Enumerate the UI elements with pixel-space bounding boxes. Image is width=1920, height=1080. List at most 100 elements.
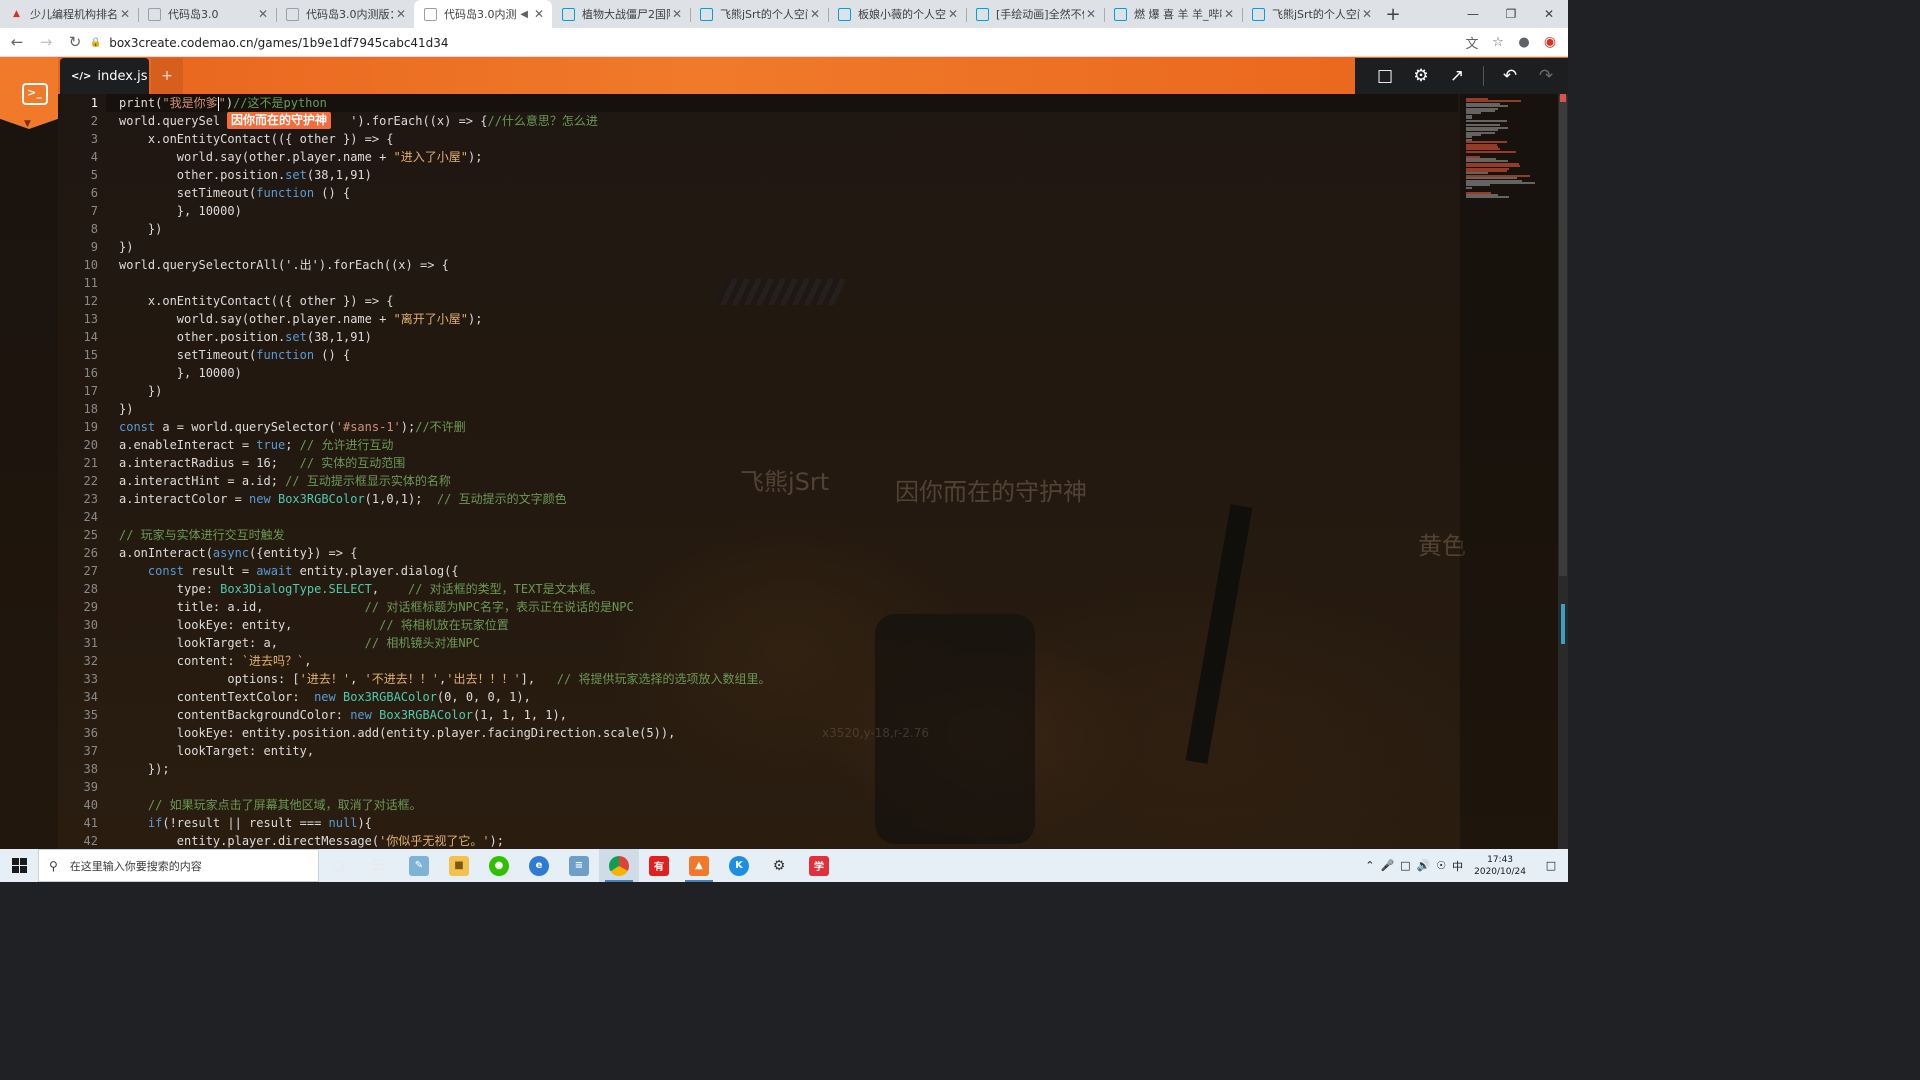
notification-icon[interactable]: □	[1537, 859, 1565, 872]
kugou-icon[interactable]: K	[719, 849, 759, 882]
code-line[interactable]: 12 x.onEntityContact(({ other }) => {	[58, 292, 1458, 310]
browser-tab[interactable]: [手绘动画]全然不信 ✕	[966, 0, 1104, 28]
code-text[interactable]: other.position.set(38,1,91)	[98, 166, 372, 184]
code-line[interactable]: 23 a.interactColor = new Box3RGBColor(1,0…	[58, 490, 1458, 508]
app-logo[interactable]: >_ ▼	[0, 57, 58, 129]
undo-icon[interactable]: ↶	[1492, 58, 1528, 94]
code-line[interactable]: 24	[58, 508, 1458, 526]
forward-icon[interactable]: →	[34, 30, 58, 54]
code-text[interactable]: lookTarget: entity,	[98, 742, 314, 760]
code-text[interactable]: const a = world.querySelector('#sans-1')…	[98, 418, 466, 436]
code-line[interactable]: 21 a.interactRadius = 16; // 实体的互动范围	[58, 454, 1458, 472]
restore-icon[interactable]: ❐	[1492, 0, 1530, 28]
code-line[interactable]: 30 lookEye: entity, // 将相机放在玩家位置	[58, 616, 1458, 634]
code-line[interactable]: 26 a.onInteract(async({entity}) => {	[58, 544, 1458, 562]
code-text[interactable]	[98, 778, 119, 796]
code-line[interactable]: 14 other.position.set(38,1,91)	[58, 328, 1458, 346]
code-text[interactable]: a.enableInteract = true; // 允许进行互动	[98, 436, 393, 454]
close-tab-icon[interactable]: ✕	[1222, 7, 1236, 21]
lock-icon[interactable]: 🔒	[90, 38, 101, 48]
code-text[interactable]: x.onEntityContact(({ other }) => {	[98, 292, 394, 310]
code-line[interactable]: 7 }, 10000)	[58, 202, 1458, 220]
close-tab-icon[interactable]: ✕	[808, 7, 822, 21]
chevron-up-icon[interactable]: ⌃	[1365, 859, 1374, 872]
code-text[interactable]: // 如果玩家点击了屏幕其他区域，取消了对话框。	[98, 796, 422, 814]
code-line[interactable]: 32 content: `进去吗？`,	[58, 652, 1458, 670]
settings-gear-icon[interactable]: ⚙	[759, 849, 799, 882]
autocomplete-tooltip[interactable]: 因你而在的守护神	[227, 112, 332, 129]
browser-tab[interactable]: 板娘小薇的个人空间✕	[828, 0, 966, 28]
speaker-icon[interactable]: ◀	[520, 9, 528, 20]
chevron-down-icon[interactable]: ▼	[24, 119, 31, 129]
cortana-icon[interactable]: ○	[319, 849, 359, 882]
browser-tab[interactable]: 飞熊jSrt的个人空间 ✕	[690, 0, 828, 28]
network-icon[interactable]: □	[1400, 859, 1410, 872]
code-line[interactable]: 20 a.enableInteract = true; // 允许进行互动	[58, 436, 1458, 454]
translate-icon[interactable]: 文	[1464, 31, 1480, 53]
code-line[interactable]: 42 entity.player.directMessage('你似乎无视了它。…	[58, 832, 1458, 849]
extension-icon[interactable]: ◉	[1542, 31, 1558, 53]
close-tab-icon[interactable]: ✕	[1084, 7, 1098, 21]
code-text[interactable]: setTimeout(function () {	[98, 346, 350, 364]
close-window-icon[interactable]: ✕	[1530, 0, 1568, 28]
code-line[interactable]: 3 x.onEntityContact(({ other }) => {	[58, 130, 1458, 148]
code-line[interactable]: 25 // 玩家与实体进行交互时触发	[58, 526, 1458, 544]
code-text[interactable]: }, 10000)	[98, 364, 242, 382]
code-text[interactable]: setTimeout(function () {	[98, 184, 350, 202]
code-text[interactable]: lookEye: entity.position.add(entity.play…	[98, 724, 676, 742]
code-line[interactable]: 9})	[58, 238, 1458, 256]
code-line[interactable]: 11	[58, 274, 1458, 292]
code-text[interactable]: type: Box3DialogType.SELECT, // 对话框的类型，T…	[98, 580, 603, 598]
code-text[interactable]	[98, 508, 119, 526]
browser-tab[interactable]: 代码岛3.0内测版： ✕	[276, 0, 414, 28]
file-explorer-icon[interactable]: ■	[439, 849, 479, 882]
add-file-button[interactable]: +	[151, 58, 183, 94]
code-line[interactable]: 36 lookEye: entity.position.add(entity.p…	[58, 724, 1458, 742]
code-line[interactable]: 18})	[58, 400, 1458, 418]
code-text[interactable]: contentTextColor: new Box3RGBAColor(0, 0…	[98, 688, 531, 706]
code-line[interactable]: 27 const result = await entity.player.di…	[58, 562, 1458, 580]
code-line[interactable]: 6 setTimeout(function () {	[58, 184, 1458, 202]
code-text[interactable]: });	[98, 760, 170, 778]
code-text[interactable]: world.say(other.player.name + "进入了小屋");	[98, 148, 483, 166]
code-text[interactable]: world.say(other.player.name + "离开了小屋");	[98, 310, 483, 328]
code-line[interactable]: 4 world.say(other.player.name + "进入了小屋")…	[58, 148, 1458, 166]
code-line[interactable]: 13 world.say(other.player.name + "离开了小屋"…	[58, 310, 1458, 328]
clock[interactable]: 17:43 2020/10/24	[1474, 854, 1526, 878]
volume-icon[interactable]: 🔊	[1417, 859, 1431, 872]
close-tab-icon[interactable]: ✕	[394, 7, 408, 21]
new-tab-button[interactable]: +	[1380, 0, 1406, 28]
security-shield-icon[interactable]: ☉	[1436, 859, 1446, 872]
vertical-scrollbar[interactable]	[1558, 94, 1568, 849]
code-line[interactable]: 41 if(!result || result === null){	[58, 814, 1458, 832]
paint-app-icon[interactable]: ✎	[399, 849, 439, 882]
code-line[interactable]: 33 options: ['进去！', '不进去！！','出去！！！'], //…	[58, 670, 1458, 688]
code-line[interactable]: 5 other.position.set(38,1,91)	[58, 166, 1458, 184]
code-text[interactable]: lookTarget: a, // 相机镜头对准NPC	[98, 634, 480, 652]
close-tab-icon[interactable]: ✕	[118, 7, 132, 21]
code-line[interactable]: 22 a.interactHint = a.id; // 互动提示框显示实体的名称	[58, 472, 1458, 490]
browser-tab[interactable]: ▲ 少儿编程机构排名_ ✕	[0, 0, 138, 28]
taskbar-search-box[interactable]: ⚲ 在这里输入你要搜索的内容	[38, 849, 319, 882]
code-line[interactable]: 8 })	[58, 220, 1458, 238]
debug-bug-icon[interactable]: ⚙	[1403, 58, 1439, 94]
code-text[interactable]	[98, 274, 119, 292]
code-text[interactable]: x.onEntityContact(({ other }) => {	[98, 130, 394, 148]
code-text[interactable]: })	[98, 382, 162, 400]
code-text[interactable]: // 玩家与实体进行交互时触发	[98, 526, 285, 544]
code-text[interactable]: entity.player.directMessage('你似乎无视了它。');	[98, 832, 504, 849]
profile-avatar-icon[interactable]: ●	[1516, 31, 1532, 53]
browser-tab[interactable]: 燃 爆 喜 羊 羊_哔哩 ✕	[1104, 0, 1242, 28]
code-line[interactable]: 34 contentTextColor: new Box3RGBAColor(0…	[58, 688, 1458, 706]
ime-indicator[interactable]: 中	[1452, 858, 1463, 874]
code-line[interactable]: 1 print("我是你爹")//这不是python	[58, 94, 1458, 112]
study-app-icon[interactable]: 学	[799, 849, 839, 882]
code-text[interactable]: title: a.id, // 对话框标题为NPC名字，表示正在说话的是NPC	[98, 598, 634, 616]
code-text[interactable]: options: ['进去！', '不进去！！','出去！！！'], // 将提…	[98, 670, 770, 688]
code-line[interactable]: 19 const a = world.querySelector('#sans-1…	[58, 418, 1458, 436]
minimize-icon[interactable]: —	[1454, 0, 1492, 28]
code-text[interactable]: })	[98, 220, 162, 238]
youdao-icon[interactable]: 有	[639, 849, 679, 882]
chrome-icon[interactable]	[599, 849, 639, 882]
code-text[interactable]: a.onInteract(async({entity}) => {	[98, 544, 357, 562]
